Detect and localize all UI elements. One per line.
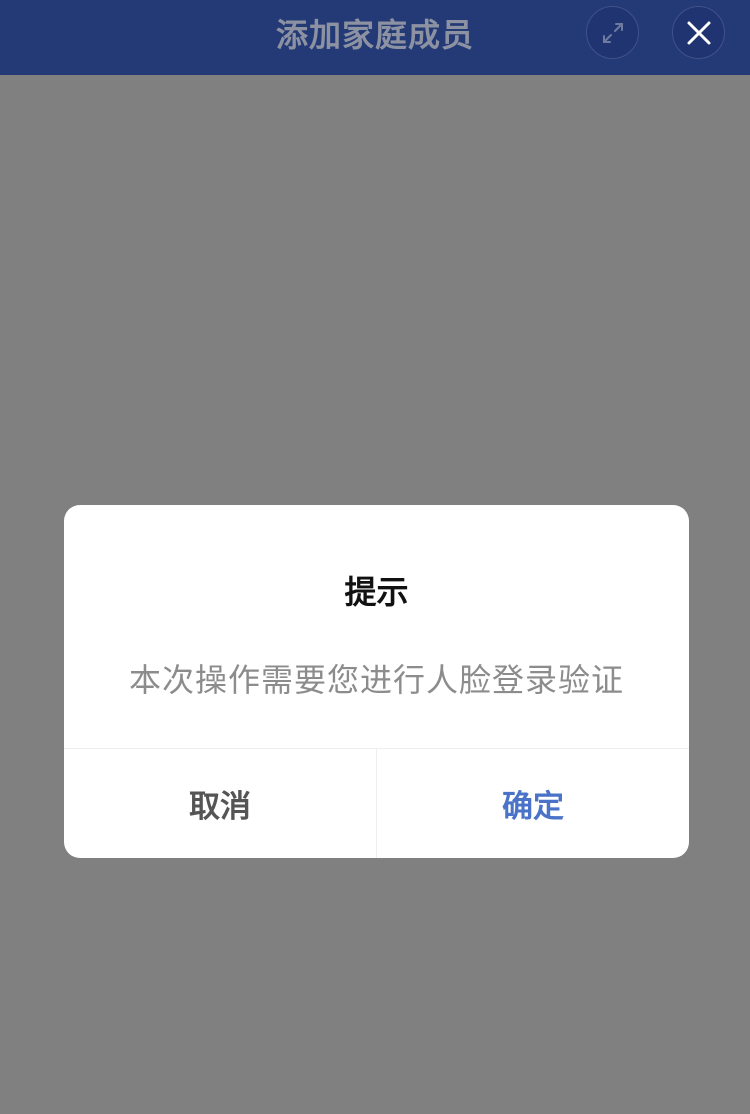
header-bar: 添加家庭成员 [0, 0, 750, 75]
confirm-dialog: 提示 本次操作需要您进行人脸登录验证 取消 确定 [64, 505, 689, 858]
cancel-button[interactable]: 取消 [64, 749, 377, 858]
dialog-title: 提示 [344, 573, 409, 611]
dialog-message: 本次操作需要您进行人脸登录验证 [128, 661, 624, 699]
page: 添加家庭成员 提示 本次操作需要您进行人脸登录验证 取消 确定 [0, 0, 750, 1114]
expand-button[interactable] [586, 6, 639, 59]
close-button[interactable] [672, 6, 725, 59]
dialog-actions: 取消 确定 [64, 749, 689, 858]
expand-icon [599, 19, 627, 47]
confirm-button[interactable]: 确定 [377, 749, 689, 858]
close-icon [685, 19, 713, 47]
